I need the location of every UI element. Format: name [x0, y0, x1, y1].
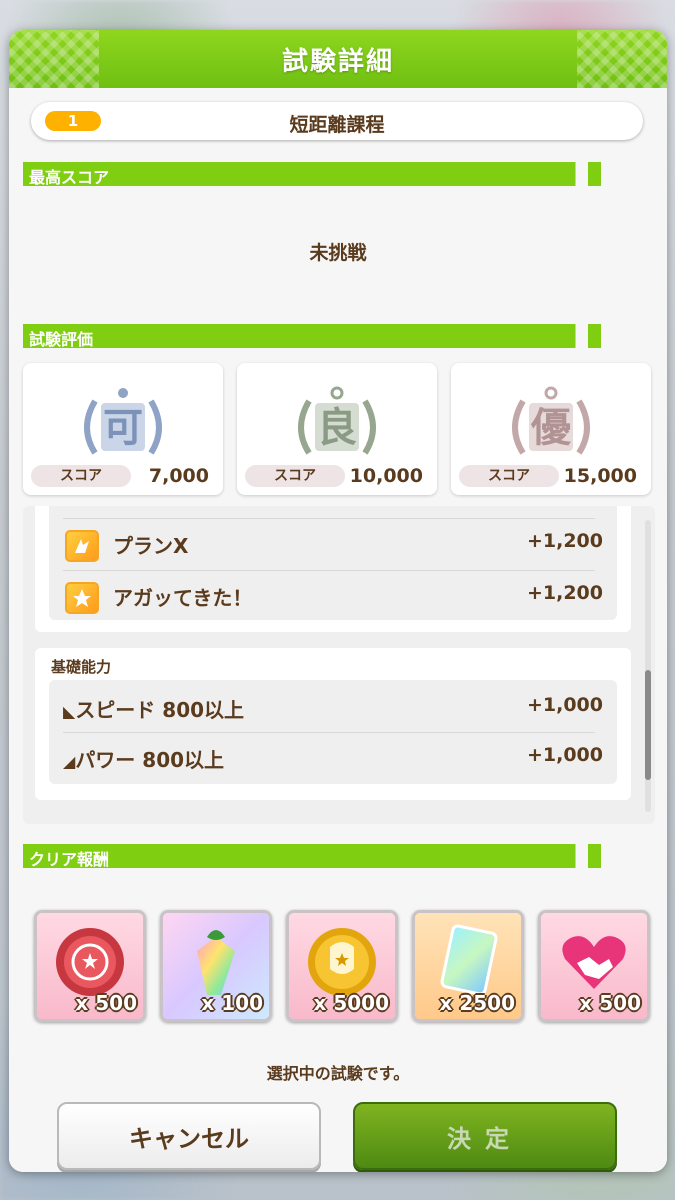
score-row: スコア 10,000	[245, 463, 429, 489]
skill-value: +1,200	[526, 582, 603, 604]
score-row: スコア 15,000	[459, 463, 643, 489]
skill-label: プランX	[113, 534, 189, 558]
grade-card-ryo[interactable]: 良 スコア 10,000	[237, 363, 437, 495]
list-item[interactable]: ◣スピード 800以上 +1,000	[49, 682, 617, 732]
power-icon: ◢	[63, 752, 76, 771]
ability-label: ◢パワー 800以上	[63, 748, 225, 772]
score-value: 15,000	[563, 465, 637, 487]
skill-value: +1,200	[526, 530, 603, 552]
reward-item[interactable]: x 2500	[412, 910, 524, 1022]
evaluation-section-bar: 試験評価	[23, 324, 651, 348]
score-value: 7,000	[148, 465, 209, 487]
reward-qty: x 2500	[439, 991, 515, 1015]
grade-ryo-emblem-icon: 良	[298, 386, 376, 455]
list-item[interactable]: ◢パワー 800以上 +1,000	[49, 732, 617, 782]
grade-ka-char: 可	[103, 405, 143, 451]
evaluation-title: 試験評価	[29, 330, 94, 349]
reward-item[interactable]: x 500	[34, 910, 146, 1022]
best-score-title: 最高スコア	[29, 168, 110, 187]
badge-icon	[56, 928, 124, 996]
modal-content: 1 短距離課程 最高スコア 未挑戦 試験評価 可 スコア 7,000 良 スコア…	[9, 88, 667, 1172]
grade-card-ka[interactable]: 可 スコア 7,000	[23, 363, 223, 495]
grade-ryo-char: 良	[317, 405, 357, 451]
ability-value: +1,000	[526, 694, 603, 716]
skill-icon	[65, 530, 99, 562]
grade-yu-emblem-icon: 優	[512, 386, 590, 455]
scrollbar[interactable]	[645, 520, 651, 812]
rewards-title: クリア報酬	[29, 850, 110, 869]
confirm-button[interactable]: 決定	[353, 1102, 617, 1170]
score-label: スコア	[245, 465, 345, 487]
modal-header: 試験詳細	[9, 30, 667, 88]
list-item[interactable]: プランX +1,200	[49, 518, 617, 568]
reward-item[interactable]: x 5000	[286, 910, 398, 1022]
ability-value: +1,000	[526, 744, 603, 766]
cancel-button[interactable]: キャンセル	[57, 1102, 321, 1170]
reward-item[interactable]: x 100	[160, 910, 272, 1022]
best-score-value: 未挑戦	[309, 242, 367, 264]
ability-list: ◣スピード 800以上 +1,000 ◢パワー 800以上 +1,000	[49, 680, 617, 784]
skill-group: プランX +1,200 アガッてきた！ +1,200	[35, 506, 631, 632]
skill-icon	[65, 582, 99, 614]
gold-coin-icon	[308, 928, 376, 996]
exam-name: 短距離課程	[289, 114, 385, 136]
best-score-section-bar: 最高スコア	[23, 162, 651, 186]
reward-qty: x 5000	[313, 991, 389, 1015]
bonus-list-panel[interactable]: プランX +1,200 アガッてきた！ +1,200 基礎能力 ◣スピード 80…	[23, 506, 655, 824]
rewards-section-bar: クリア報酬	[23, 844, 651, 868]
reward-qty: x 500	[579, 991, 641, 1015]
status-text: 選択中の試験です。	[266, 1064, 410, 1083]
crystal-carrot-icon	[197, 930, 235, 995]
exam-pill: 1 短距離課程	[31, 102, 643, 140]
list-item[interactable]: アガッてきた！ +1,200	[49, 570, 617, 620]
handshake-icon	[562, 936, 626, 989]
ability-label: ◣スピード 800以上	[63, 698, 245, 722]
skill-list: プランX +1,200 アガッてきた！ +1,200	[49, 506, 617, 620]
exam-detail-modal: 試験詳細 1 短距離課程 最高スコア 未挑戦 試験評価 可 スコア 7,000	[9, 30, 667, 1172]
reward-item[interactable]: x 500	[538, 910, 650, 1022]
skill-label: アガッてきた！	[113, 586, 253, 610]
reward-qty: x 100	[201, 991, 263, 1015]
ability-group: 基礎能力 ◣スピード 800以上 +1,000 ◢パワー 800以上 +1,00…	[35, 648, 631, 800]
grade-yu-char: 優	[530, 405, 572, 451]
grade-ka-emblem-icon: 可	[84, 388, 162, 455]
speed-icon: ◣	[63, 702, 76, 721]
score-value: 10,000	[349, 465, 423, 487]
score-label: スコア	[459, 465, 559, 487]
score-label: スコア	[31, 465, 131, 487]
reward-qty: x 500	[75, 991, 137, 1015]
scroll-thumb[interactable]	[645, 670, 651, 780]
grade-card-yu[interactable]: 優 スコア 15,000	[451, 363, 651, 495]
rainbow-card-icon	[440, 924, 498, 996]
ability-group-title: 基礎能力	[51, 658, 112, 676]
modal-title: 試験詳細	[281, 46, 394, 77]
score-row: スコア 7,000	[31, 463, 215, 489]
